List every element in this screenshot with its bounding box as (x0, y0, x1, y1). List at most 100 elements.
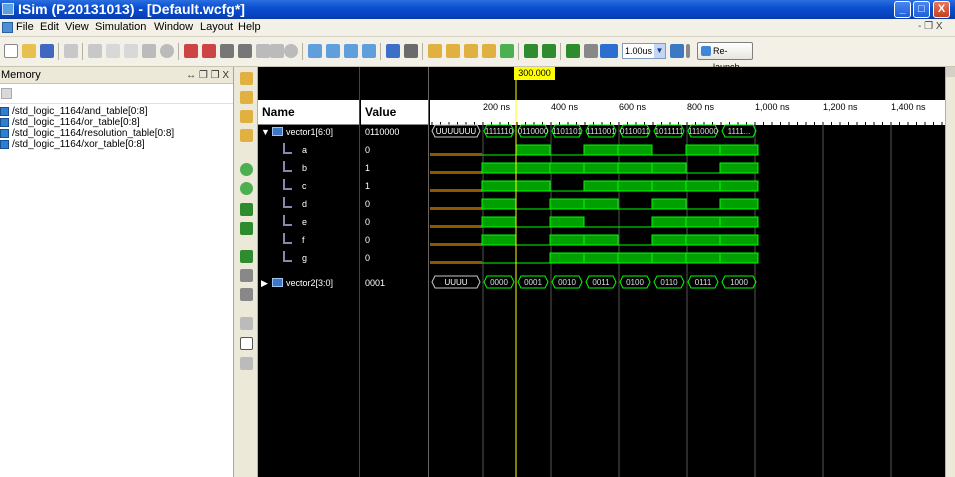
bus-segment-value: 1111110 (485, 127, 514, 136)
run-for-icon[interactable] (608, 44, 618, 58)
bus-segment-value: 0011 (592, 278, 610, 287)
bus-segment-value: 0111 (695, 278, 712, 287)
restart-icon[interactable] (524, 44, 538, 58)
wave-tool-strip (235, 67, 258, 477)
uninitialized-segment (430, 225, 482, 228)
signal-value: 0 (365, 217, 371, 227)
zoom-fit-icon[interactable] (464, 44, 478, 58)
pointer-icon[interactable] (386, 44, 400, 58)
mdi-window-controls[interactable]: - ❐ X (918, 21, 943, 32)
high-level-segment (583, 144, 619, 156)
high-level-segment (651, 252, 687, 264)
toolbar: 1.00us ▼ Re-launch (0, 37, 955, 72)
delete-icon[interactable] (142, 44, 156, 58)
swap-cursors-icon[interactable] (240, 317, 253, 330)
signal-name-b[interactable]: b (302, 163, 307, 173)
scroll-up-button[interactable] (946, 67, 955, 77)
copy-icon[interactable] (106, 44, 120, 58)
uninitialized-segment (430, 261, 482, 264)
signal-name-e[interactable]: e (302, 217, 307, 227)
add-marker-icon[interactable] (240, 250, 253, 263)
paste-icon[interactable] (124, 44, 138, 58)
memory-item[interactable]: /std_logic_1164/and_table[0:8] (0, 106, 233, 117)
previous-transition-icon[interactable] (240, 203, 253, 216)
undo-icon[interactable] (184, 44, 198, 58)
binoculars-icon[interactable] (220, 44, 234, 58)
signal-name-vector2[interactable]: vector2[3:0] (286, 278, 333, 288)
value-column-header[interactable]: Value (361, 100, 428, 125)
menu-edit[interactable]: Edit (40, 21, 59, 33)
waveform-area[interactable]: 200 ns 400 ns 600 ns 800 ns 1,000 ns 1,2… (430, 67, 955, 477)
zoom-in-icon[interactable] (240, 72, 253, 85)
refresh-icon[interactable] (500, 44, 514, 58)
save-icon[interactable] (40, 44, 54, 58)
menu-window[interactable]: Window (154, 21, 193, 33)
vertical-scrollbar[interactable] (945, 67, 955, 477)
previous-marker-icon[interactable] (240, 269, 253, 282)
find-next-icon[interactable] (238, 44, 252, 58)
panel-controls[interactable]: ↔ ❐ ❐ X (186, 67, 229, 84)
memory-icon[interactable] (1, 88, 12, 99)
signal-name-d[interactable]: d (302, 199, 307, 209)
signal-name-f[interactable]: f (302, 235, 305, 245)
redo-icon[interactable] (202, 44, 216, 58)
zoom-out-icon[interactable] (446, 44, 460, 58)
open-folder-icon[interactable] (22, 44, 36, 58)
memory-item[interactable]: /std_logic_1164/resolution_table[0:8] (0, 128, 233, 139)
signal-name-vector1[interactable]: vector1[6:0] (286, 127, 333, 137)
relaunch-button[interactable]: Re-launch (697, 42, 753, 72)
zoom-out-icon[interactable] (240, 91, 253, 104)
next-transition-icon[interactable] (240, 222, 253, 235)
layout-icon[interactable] (308, 44, 322, 58)
wave-window: Name ▼ vector1[6:0] a b c d e f g ▶ vect… (258, 67, 955, 477)
menu-view[interactable]: View (65, 21, 89, 33)
go-to-end-icon[interactable] (240, 182, 253, 195)
collapse-arrow-icon[interactable]: ▼ (261, 127, 270, 137)
arrow-up-icon[interactable] (270, 44, 284, 58)
step-over-icon[interactable] (584, 44, 598, 58)
time-unit-icon[interactable] (670, 44, 684, 58)
menu-simulation[interactable]: Simulation (95, 21, 146, 33)
step-icon[interactable] (542, 44, 556, 58)
settings-icon[interactable] (284, 44, 298, 58)
layout-icon[interactable] (362, 44, 376, 58)
run-all-icon[interactable] (566, 44, 580, 58)
zoom-fit-icon[interactable] (240, 110, 253, 123)
break-icon[interactable] (686, 44, 690, 58)
minimize-button[interactable]: _ (894, 1, 911, 18)
print-icon[interactable] (64, 44, 78, 58)
cut-icon[interactable] (88, 44, 102, 58)
close-button[interactable]: X (933, 1, 950, 18)
floating-ruler-icon[interactable] (240, 357, 253, 370)
maximize-button[interactable]: □ (913, 1, 930, 18)
go-to-start-icon[interactable] (240, 163, 253, 176)
menu-file[interactable]: File (16, 21, 34, 33)
help-pointer-icon[interactable] (404, 44, 418, 58)
cursor-time-label[interactable]: 300.000 ns (514, 67, 555, 91)
layout-icon[interactable] (344, 44, 358, 58)
new-file-icon[interactable] (4, 44, 18, 58)
zoom-in-icon[interactable] (428, 44, 442, 58)
memory-item[interactable]: /std_logic_1164/xor_table[0:8] (0, 139, 233, 150)
signal-value: 0 (365, 235, 371, 245)
expand-arrow-icon[interactable]: ▶ (261, 278, 268, 289)
name-column-header[interactable]: Name (258, 100, 359, 125)
find-icon[interactable] (160, 44, 174, 58)
next-marker-icon[interactable] (240, 288, 253, 301)
memory-item[interactable]: /std_logic_1164/or_table[0:8] (0, 117, 233, 128)
signal-name-a[interactable]: a (302, 145, 307, 155)
menu-layout[interactable]: Layout (200, 21, 233, 33)
high-level-segment (583, 180, 619, 192)
run-time-select[interactable]: 1.00us ▼ (622, 43, 666, 59)
signal-name-g[interactable]: g (302, 253, 307, 263)
document-icon[interactable] (2, 22, 13, 33)
chevron-down-icon[interactable]: ▼ (654, 44, 665, 58)
arrow-down-icon[interactable] (256, 44, 270, 58)
signal-name-c[interactable]: c (302, 181, 307, 191)
memory-item-label: /std_logic_1164/xor_table[0:8] (12, 139, 145, 150)
layout-icon[interactable] (326, 44, 340, 58)
zoom-cursor-icon[interactable] (482, 44, 496, 58)
menu-help[interactable]: Help (238, 21, 261, 33)
snap-icon[interactable] (240, 337, 253, 350)
zoom-cursor-icon[interactable] (240, 129, 253, 142)
